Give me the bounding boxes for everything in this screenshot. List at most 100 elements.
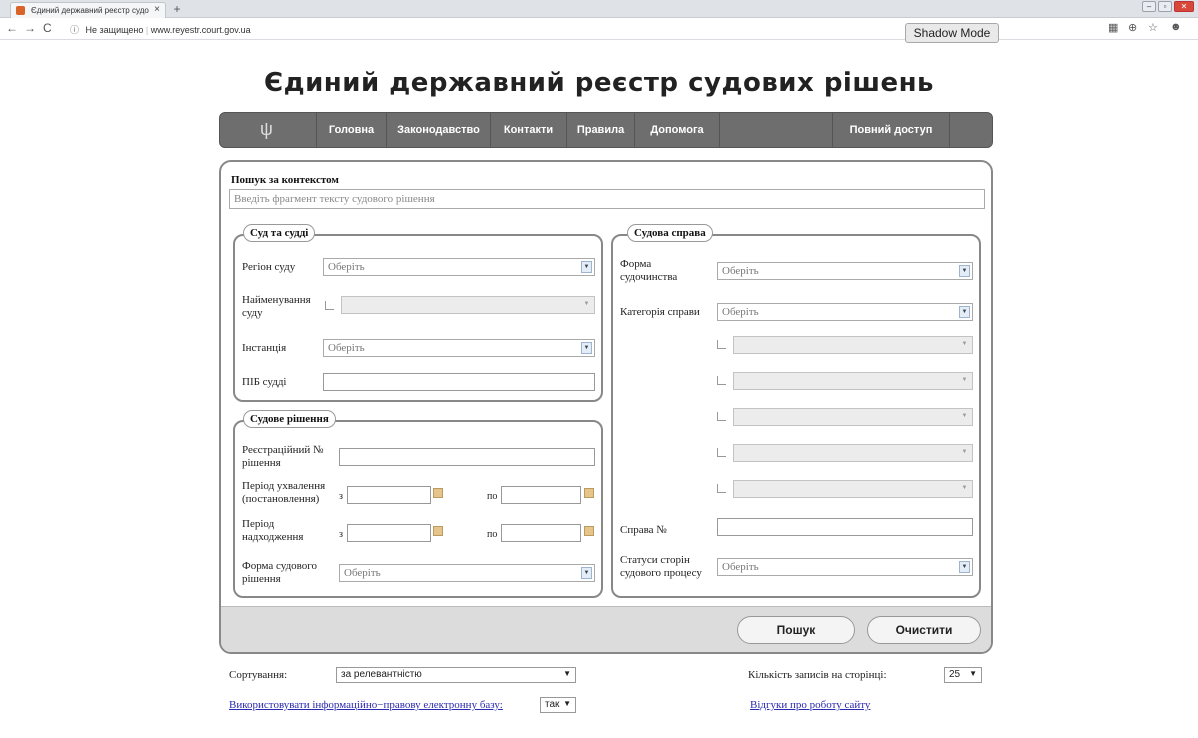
page-title: Єдиний державний реєстр судових рішень xyxy=(263,68,934,98)
case-number-label: Справа № xyxy=(620,524,667,536)
sort-label: Сортування: xyxy=(229,669,288,681)
subcategory-select-4[interactable]: ▼ xyxy=(733,444,973,462)
case-number-input[interactable] xyxy=(717,518,973,536)
receipt-from-input[interactable] xyxy=(347,524,431,542)
chevron-down-icon: ▼ xyxy=(969,669,977,678)
translate-icon[interactable]: ▦ xyxy=(1108,21,1118,34)
feedback-link[interactable]: Відгуки про роботу сайту xyxy=(750,699,870,711)
party-status-label: Статуси сторін судового процесу xyxy=(620,554,702,579)
case-legend: Судова справа xyxy=(627,224,713,242)
case-fieldset: Судова справа Форма судочинства Оберіть … xyxy=(611,224,981,598)
calendar-icon[interactable] xyxy=(584,526,594,536)
subcategory-select-1[interactable]: ▼ xyxy=(733,336,973,354)
justice-form-value: Оберіть xyxy=(722,265,759,277)
menu-item-contacts[interactable]: Контакти xyxy=(490,113,566,147)
subcategory-select-5[interactable]: ▼ xyxy=(733,480,973,498)
chevron-down-icon: ▼ xyxy=(563,669,571,678)
judge-label: ПІБ судді xyxy=(242,376,287,388)
reg-number-label: Реєстраційний № рішення xyxy=(242,444,324,469)
chevron-down-icon: ▼ xyxy=(961,449,968,455)
adopt-from-input[interactable] xyxy=(347,486,431,504)
new-tab-button[interactable]: + xyxy=(170,3,184,16)
menu-item-legislation[interactable]: Законодавство xyxy=(386,113,490,147)
region-select-value: Оберіть xyxy=(328,261,365,273)
justice-form-label: Форма судочинства xyxy=(620,258,678,283)
sort-select[interactable]: за релевантністю ▼ xyxy=(336,667,576,683)
context-search-label: Пошук за контекстом xyxy=(231,174,339,186)
close-tab-icon[interactable]: × xyxy=(154,4,160,15)
calendar-icon[interactable] xyxy=(433,526,443,536)
address-bar: ← → C ⓘ Не защищено | www.reyestr.court.… xyxy=(0,18,1198,40)
sort-select-value: за релевантністю xyxy=(341,669,422,680)
instance-select[interactable]: Оберіть ▼ xyxy=(323,339,595,357)
clear-button[interactable]: Очистити xyxy=(867,616,981,644)
party-status-select[interactable]: Оберіть ▼ xyxy=(717,558,973,576)
court-name-label: Найменування суду xyxy=(242,294,311,319)
calendar-icon[interactable] xyxy=(584,488,594,498)
decision-form-select[interactable]: Оберіть ▼ xyxy=(339,564,595,582)
search-button[interactable]: Пошук xyxy=(737,616,855,644)
zoom-icon[interactable]: ⊕ xyxy=(1128,21,1137,34)
category-select[interactable]: Оберіть ▼ xyxy=(717,303,973,321)
bookmark-star-icon[interactable]: ☆ xyxy=(1148,21,1158,34)
chevron-down-icon: ▼ xyxy=(959,306,970,318)
region-select[interactable]: Оберіть ▼ xyxy=(323,258,595,276)
chevron-down-icon: ▼ xyxy=(581,261,592,273)
menu-item-full-access[interactable]: Повний доступ xyxy=(832,113,950,147)
decision-legend: Судове рішення xyxy=(243,410,336,428)
chevron-down-icon: ▼ xyxy=(961,413,968,419)
window-controls: – ▫ ✕ xyxy=(1142,1,1194,12)
per-page-label: Кількість записів на сторінці: xyxy=(748,669,887,681)
reload-icon[interactable]: C xyxy=(43,21,52,35)
court-name-select[interactable]: ▼ xyxy=(341,296,595,314)
search-panel: Пошук за контекстом Введіть фрагмент тек… xyxy=(219,160,993,654)
chevron-down-icon: ▼ xyxy=(581,342,592,354)
shadow-mode-button[interactable]: Shadow Mode xyxy=(905,23,999,43)
subcategory-indent-icon xyxy=(717,484,726,493)
per-page-select[interactable]: 25 ▼ xyxy=(944,667,982,683)
court-legend: Суд та судді xyxy=(243,224,316,242)
receipt-to-input[interactable] xyxy=(501,524,581,542)
use-base-value: так xyxy=(545,699,560,710)
subcategory-indent-icon xyxy=(717,412,726,421)
decision-form-value: Оберіть xyxy=(344,567,381,579)
category-select-value: Оберіть xyxy=(722,306,759,318)
back-icon[interactable]: ← xyxy=(6,21,18,35)
chevron-down-icon: ▼ xyxy=(961,377,968,383)
menu-item-help[interactable]: Допомога xyxy=(634,113,720,147)
minimize-icon[interactable]: – xyxy=(1142,1,1156,12)
maximize-icon[interactable]: ▫ xyxy=(1158,1,1172,12)
decision-fieldset: Судове рішення Реєстраційний № рішення П… xyxy=(233,410,603,598)
justice-form-select[interactable]: Оберіть ▼ xyxy=(717,262,973,280)
url-field[interactable]: ⓘ Не защищено | www.reyestr.court.gov.ua xyxy=(70,23,251,36)
coat-of-arms-icon: ψ xyxy=(260,119,273,139)
context-search-input[interactable]: Введіть фрагмент тексту судового рішення xyxy=(229,189,985,209)
court-fieldset: Суд та судді Регіон суду Оберіть ▼ Найме… xyxy=(233,224,603,402)
adopt-to-label: по xyxy=(487,491,498,502)
menu-item-rules[interactable]: Правила xyxy=(566,113,634,147)
window-close-icon[interactable]: ✕ xyxy=(1174,1,1194,12)
chevron-down-icon: ▼ xyxy=(959,561,970,573)
forward-icon[interactable]: → xyxy=(24,21,36,35)
adopt-period-label: Період ухвалення (постановлення) xyxy=(242,480,326,505)
chevron-down-icon: ▼ xyxy=(959,265,970,277)
reg-number-input[interactable] xyxy=(339,448,595,466)
subcategory-select-3[interactable]: ▼ xyxy=(733,408,973,426)
instance-label: Інстанція xyxy=(242,342,287,354)
court-name-indent-icon xyxy=(325,301,334,310)
menu-item-home[interactable]: Головна xyxy=(316,113,386,147)
info-icon: ⓘ xyxy=(70,25,80,35)
region-label: Регіон суду xyxy=(242,261,296,273)
chevron-down-icon: ▼ xyxy=(581,567,592,579)
adopt-to-input[interactable] xyxy=(501,486,581,504)
subcategory-select-2[interactable]: ▼ xyxy=(733,372,973,390)
browser-tab[interactable]: Єдиний державний реєстр судо × xyxy=(10,2,166,18)
use-base-link[interactable]: Використовувати інформаційно−правову еле… xyxy=(229,699,503,711)
use-base-select[interactable]: так ▼ xyxy=(540,697,576,713)
browser-tabbar: Єдиний державний реєстр судо × + – ▫ ✕ xyxy=(0,0,1198,18)
profile-icon[interactable]: ☻ xyxy=(1170,21,1182,33)
site-favicon-icon xyxy=(16,6,25,15)
judge-input[interactable] xyxy=(323,373,595,391)
party-status-value: Оберіть xyxy=(722,561,759,573)
calendar-icon[interactable] xyxy=(433,488,443,498)
